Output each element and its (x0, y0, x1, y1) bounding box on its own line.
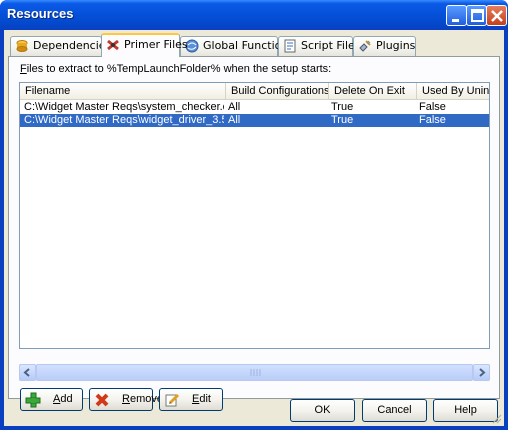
close-button[interactable] (486, 5, 507, 26)
edit-pencil-icon (165, 393, 180, 407)
cell-filename: C:\Widget Master Reqs\system_checker.exe (24, 101, 224, 113)
cell-build-configurations: All (228, 101, 241, 113)
remove-button[interactable]: Remove (89, 388, 163, 411)
grip-lines-icon (250, 369, 261, 376)
tab-global-functions[interactable]: Global Functions (180, 36, 294, 56)
script-files-icon (284, 39, 296, 53)
tab-label: Plugins (376, 39, 416, 52)
primer-files-icon (107, 39, 119, 51)
add-button[interactable]: Add (20, 388, 83, 411)
table-row-selected[interactable]: C:\Widget Master Reqs\widget_driver_3.5_… (20, 114, 489, 127)
remove-label: Remove (122, 393, 163, 405)
tab-label: Dependencies (33, 39, 112, 52)
cancel-button[interactable]: Cancel (362, 399, 427, 422)
close-icon (491, 10, 503, 22)
horizontal-scrollbar[interactable] (19, 364, 490, 381)
title-bar[interactable]: Resources (0, 0, 508, 30)
minimize-icon (452, 19, 459, 22)
chevron-left-icon (23, 368, 30, 377)
window-title: Resources (7, 6, 74, 21)
dependencies-icon (16, 40, 28, 52)
table-row[interactable]: C:\Widget Master Reqs\system_checker.exe… (20, 101, 489, 114)
cell-build-configurations: All (228, 114, 241, 126)
column-header-used-by-uninstall[interactable]: Used By Unin (417, 83, 489, 100)
tab-script-files[interactable]: Script Files (278, 36, 361, 56)
chevron-right-icon (479, 368, 486, 377)
column-header-build-configurations[interactable]: Build Configurations (226, 83, 329, 100)
cell-used-by-uninstall: False (419, 101, 446, 113)
cell-delete-on-exit: True (331, 114, 354, 126)
scroll-left-button[interactable] (19, 364, 36, 381)
add-label: Add (53, 393, 73, 405)
maximize-icon (471, 9, 484, 22)
cell-used-by-uninstall: False (419, 114, 446, 126)
ok-button[interactable]: OK (290, 399, 355, 422)
list-header: Filename Build Configurations Delete On … (20, 83, 489, 100)
minimize-button[interactable] (446, 5, 467, 26)
maximize-button[interactable] (466, 5, 487, 26)
edit-button[interactable]: Edit (159, 388, 223, 411)
add-plus-icon (25, 392, 41, 408)
cell-filename: C:\Widget Master Reqs\widget_driver_3.5_… (24, 114, 224, 126)
resize-grip-icon[interactable] (490, 412, 502, 424)
dialog-client: Dependencies Primer Files Global Functio… (4, 30, 504, 426)
label-text: iles to extract to %TempLaunchFolder% wh… (26, 63, 332, 75)
help-button[interactable]: Help (433, 399, 498, 422)
tab-label: Script Files (301, 39, 361, 52)
tab-dependencies[interactable]: Dependencies (10, 36, 111, 56)
remove-x-icon (95, 393, 109, 407)
resources-window: Resources Dependencies Primer Files Glob… (0, 0, 508, 430)
tab-label: Primer Files (124, 38, 188, 51)
column-header-filename[interactable]: Filename (20, 83, 226, 100)
scroll-right-button[interactable] (473, 364, 490, 381)
files-description-label: Files to extract to %TempLaunchFolder% w… (20, 63, 331, 75)
edit-label: Edit (192, 393, 211, 405)
scrollbar-thumb[interactable] (36, 364, 473, 381)
tab-primer-files[interactable]: Primer Files (101, 33, 188, 57)
cell-delete-on-exit: True (331, 101, 354, 113)
primer-files-list[interactable]: Filename Build Configurations Delete On … (19, 82, 490, 349)
label-hotkey: F (20, 63, 27, 75)
tab-plugins[interactable]: Plugins (353, 36, 416, 56)
plugins-icon (359, 40, 371, 52)
column-header-delete-on-exit[interactable]: Delete On Exit (329, 83, 417, 100)
primer-files-panel: Files to extract to %TempLaunchFolder% w… (8, 56, 500, 411)
